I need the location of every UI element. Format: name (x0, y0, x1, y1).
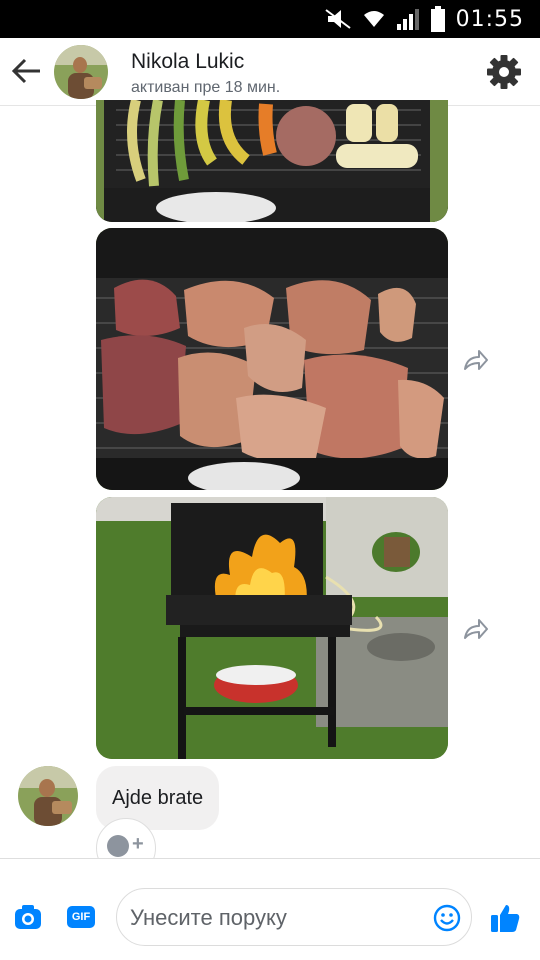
contact-avatar[interactable] (54, 45, 108, 99)
thumbs-up-icon (491, 905, 520, 932)
avatar-photo (18, 766, 78, 826)
grill-fire-photo (96, 497, 448, 759)
back-button[interactable] (10, 54, 44, 88)
message-composer: GIF Унесите поруку (0, 858, 540, 960)
contact-status: активан пре 18 мин. (131, 79, 281, 96)
camera-icon (15, 905, 41, 929)
gear-icon (487, 55, 521, 89)
plus-icon: + (132, 833, 144, 855)
photo-message-2[interactable] (96, 228, 448, 490)
share-button-1[interactable] (461, 347, 489, 375)
wifi-icon (363, 11, 384, 27)
status-bar: 01:55 (0, 0, 540, 38)
contact-name[interactable]: Nikola Lukic (131, 50, 244, 74)
message-input-placeholder: Унесите поруку (130, 905, 287, 930)
signal-icon (396, 9, 419, 30)
emoji-button[interactable] (433, 904, 461, 932)
share-arrow-icon (464, 350, 488, 370)
message-input[interactable]: Унесите поруку (116, 888, 472, 946)
settings-button[interactable] (486, 54, 522, 90)
avatar-photo (54, 45, 108, 99)
battery-icon (430, 6, 445, 32)
status-icons: 01:55 (324, 0, 524, 38)
like-button[interactable] (489, 902, 521, 934)
mute-icon (324, 9, 351, 29)
photo-message-3[interactable] (96, 497, 448, 759)
back-arrow-icon (11, 58, 40, 84)
clock: 01:55 (455, 6, 524, 32)
message-text: Ajde brate (112, 786, 204, 809)
emoji-face-icon (107, 835, 129, 857)
share-button-2[interactable] (461, 616, 489, 644)
photo-message-1[interactable] (96, 100, 448, 222)
conversation-header: Nikola Lukic активан пре 18 мин. (0, 38, 540, 106)
share-arrow-icon (464, 619, 488, 639)
emoji-icon (433, 904, 461, 932)
grill-meat-photo (96, 228, 448, 490)
gif-button[interactable]: GIF (67, 906, 95, 928)
camera-button[interactable] (14, 904, 42, 930)
gif-icon: GIF (71, 911, 91, 923)
grill-vegetables-photo (96, 100, 448, 222)
sender-avatar[interactable] (18, 766, 78, 826)
